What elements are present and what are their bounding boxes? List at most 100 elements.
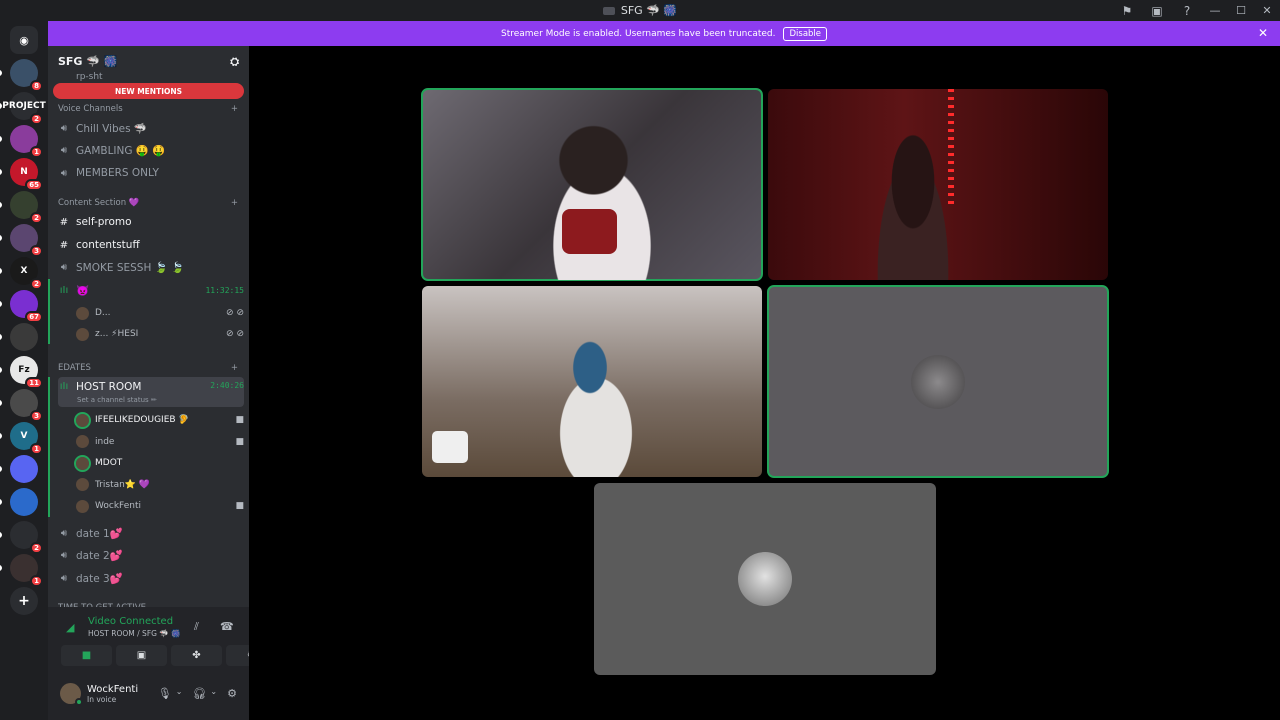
category-edates[interactable]: EDATES + — [58, 363, 238, 373]
screen-share-icon[interactable]: ▣ — [1142, 0, 1172, 21]
voice-user-name: MDOT — [95, 458, 123, 468]
window-title-group: SFG 🦈 🎆 — [602, 4, 677, 17]
active-voice-indicator — [48, 377, 50, 517]
video-tile[interactable] — [422, 286, 762, 477]
screen-share-button[interactable]: ▣ — [116, 645, 167, 666]
server-icon[interactable]: 3 — [0, 224, 43, 257]
disable-streamer-button[interactable]: Disable — [783, 26, 828, 41]
channel-unnamed-voice[interactable]: ıIı 👿 11:32:15 — [58, 280, 244, 300]
video-stage — [249, 46, 1280, 720]
headphones-icon[interactable]: 🎧︎ — [192, 687, 206, 700]
server-icon[interactable]: 2 — [0, 191, 43, 224]
channel-contentstuff[interactable]: # contentstuff — [58, 235, 244, 255]
led-strip — [948, 89, 954, 209]
activities-button[interactable]: ✤ — [171, 645, 222, 666]
voice-activity-icon: ıIı — [59, 284, 69, 296]
server-icon[interactable]: 67 — [0, 290, 43, 323]
channel-date-2[interactable]: 🔊︎ date 2💕 — [58, 545, 244, 565]
mention-badge: 11 — [25, 377, 43, 389]
maximize-button[interactable]: ☐ — [1228, 0, 1254, 21]
server-icon[interactable]: N 65 — [0, 158, 43, 191]
video-tile[interactable] — [768, 89, 1108, 280]
add-server-button[interactable]: + — [10, 587, 38, 615]
server-icon[interactable]: 2 — [0, 521, 43, 554]
close-banner-icon[interactable]: ✕ — [1258, 26, 1268, 40]
server-icon[interactable]: 1 — [0, 554, 43, 587]
mention-badge: 1 — [30, 443, 43, 455]
server-icon[interactable] — [0, 323, 38, 351]
channel-members-only[interactable]: 🔊︎ MEMBERS ONLY — [58, 163, 244, 183]
close-window-button[interactable]: ✕ — [1254, 0, 1280, 21]
voice-user[interactable]: Tristan⭐ 💜 — [76, 475, 244, 495]
unread-indicator — [0, 565, 2, 571]
unread-indicator — [0, 367, 2, 373]
channel-label: HOST ROOM — [76, 381, 142, 393]
microphone-icon[interactable]: 🎙︎ — [158, 687, 172, 700]
server-icon[interactable]: X2 — [0, 257, 43, 290]
inbox-icon[interactable]: ⚑ — [1112, 0, 1142, 21]
chevron-down-icon[interactable]: ⌄ — [210, 687, 217, 700]
voice-user-name: z... ⚡HESI — [95, 329, 139, 339]
speaker-icon: 🔊︎ — [60, 572, 68, 584]
red-accent — [562, 209, 617, 254]
video-tile[interactable] — [421, 88, 763, 281]
channel-status[interactable]: Set a channel status ✏ — [77, 396, 157, 404]
channel-chill-vibes[interactable]: 🔊︎ Chill Vibes 🦈 — [58, 118, 244, 138]
voice-user[interactable]: MDOT — [74, 453, 244, 473]
voice-timer: 11:32:15 — [205, 285, 244, 295]
add-channel-icon[interactable]: + — [231, 104, 238, 114]
streamer-mode-banner: Streamer Mode is enabled. Usernames have… — [48, 21, 1280, 46]
category-voice[interactable]: Voice Channels + — [58, 104, 238, 114]
voice-user[interactable]: IFEELIKEDOUGIEB 🦻 ■ — [74, 410, 244, 430]
participant-video — [868, 129, 958, 280]
server-name: SFG 🦈 🎆 — [58, 55, 118, 68]
server-icon[interactable]: Fz 11 — [0, 356, 43, 389]
settings-gear-icon[interactable]: ⚙ — [227, 687, 237, 700]
help-icon[interactable]: ? — [1172, 0, 1202, 21]
channel-date-3[interactable]: 🔊︎ date 3💕 — [58, 568, 244, 588]
avatar — [76, 499, 89, 513]
channel-smoke-sessh[interactable]: 🔊︎ SMOKE SESSH 🍃 🍃 — [58, 257, 244, 277]
connection-status[interactable]: Video Connected — [88, 616, 173, 627]
channel-gambling[interactable]: 🔊︎ GAMBLING 🤑 🤑 — [58, 140, 244, 160]
server-icon[interactable]: PROJECT 2 — [0, 92, 46, 125]
camera-icon: ■ — [235, 436, 244, 447]
partial-channel[interactable]: rp-sht — [76, 72, 103, 82]
server-list: ◉ 8 PROJECT 2 1 N 65 2 3 X 2 67 Fz 11 3 V 1 2 1 + — [0, 21, 48, 720]
voice-user[interactable]: WockFenti ■ — [76, 496, 244, 516]
voice-user[interactable]: z... ⚡HESI ⊘ ⊘ — [76, 324, 244, 344]
minimize-button[interactable]: — — [1202, 0, 1228, 21]
camera-button[interactable]: ■ — [61, 645, 112, 666]
server-icon[interactable] — [0, 488, 38, 516]
server-icon[interactable] — [0, 455, 38, 483]
channel-self-promo[interactable]: # self-promo — [58, 212, 244, 232]
server-icon[interactable]: 3 — [0, 389, 43, 422]
channel-date-1[interactable]: 🔊︎ date 1💕 — [58, 523, 244, 543]
server-label: Fz — [18, 365, 30, 375]
participant-video — [542, 331, 662, 477]
add-member-icon[interactable]: ⛭ — [230, 55, 239, 69]
video-tile[interactable] — [767, 285, 1109, 478]
disconnect-icon[interactable]: ☎ — [220, 620, 234, 633]
channel-label: date 1💕 — [76, 527, 123, 540]
voice-user-name: Tristan⭐ 💜 — [95, 479, 151, 490]
add-channel-icon[interactable]: + — [231, 198, 238, 208]
discord-home-button[interactable]: ◉ — [10, 26, 38, 54]
connection-channel[interactable]: HOST ROOM / SFG 🦈 🎆 — [88, 629, 180, 638]
unread-indicator — [0, 400, 2, 406]
server-label: V — [20, 431, 28, 441]
category-content[interactable]: Content Section 💜 + — [58, 198, 238, 208]
add-channel-icon[interactable]: + — [231, 363, 238, 373]
server-icon[interactable]: 1 — [0, 125, 43, 158]
voice-user[interactable]: D... ⊘ ⊘ — [76, 303, 244, 323]
unread-indicator — [0, 202, 2, 208]
new-mentions-banner[interactable]: NEW MENTIONS — [53, 83, 244, 99]
chevron-down-icon[interactable]: ⌄ — [176, 687, 183, 700]
user-area[interactable]: WockFenti In voice — [60, 683, 138, 706]
noise-suppression-icon[interactable]: ⫽ — [194, 620, 199, 634]
video-tile[interactable] — [594, 483, 936, 675]
discord-logo-icon: ◉ — [19, 33, 29, 47]
server-icon[interactable]: V1 — [0, 422, 43, 455]
server-icon[interactable]: 8 — [0, 59, 43, 92]
voice-user[interactable]: inde ■ — [76, 432, 244, 452]
